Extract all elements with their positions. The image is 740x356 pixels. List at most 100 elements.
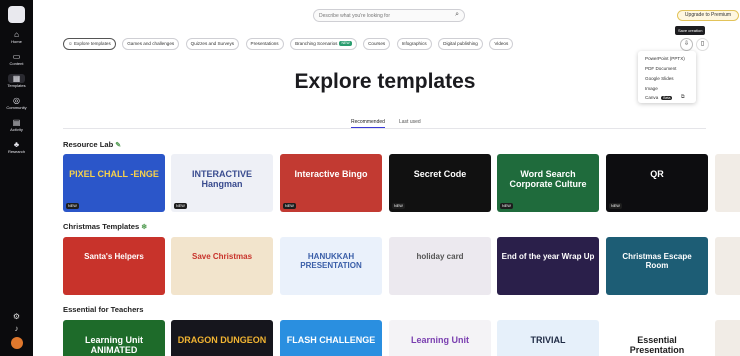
template-card[interactable]: Word Search Corporate Culture NEW xyxy=(497,154,599,212)
template-card[interactable]: Secret Code NEW xyxy=(389,154,491,212)
template-card[interactable]: Interactive Bingo NEW xyxy=(280,154,382,212)
template-card-title: Secret Code xyxy=(413,169,467,179)
template-card-title: Word Search Corporate Culture xyxy=(509,169,587,189)
export-menu: PowerPoint (PPTX) PDF Document Google Sl… xyxy=(638,51,696,103)
new-badge: NEW xyxy=(500,203,513,209)
template-card[interactable]: Learning Unit ANIMATED xyxy=(63,320,165,356)
template-card-title: End of the year Wrap Up xyxy=(501,252,595,261)
template-card-title: INTERACTIVE Hangman xyxy=(191,169,252,189)
chip-branching[interactable]: Branching Scenarios NEW xyxy=(290,38,357,50)
bookmark-icon: ▯ xyxy=(700,41,705,47)
avatar[interactable] xyxy=(11,337,23,349)
template-card[interactable]: Christmas Escape Room xyxy=(606,237,708,295)
section-title-christmas: Christmas Templates ❄ xyxy=(63,222,148,231)
bookmark-button[interactable]: ▯ xyxy=(696,38,709,51)
template-card-peek[interactable] xyxy=(715,154,740,212)
template-card-title: TRIVIAL xyxy=(530,335,566,345)
rail-item-content[interactable]: ▭ Content xyxy=(0,52,33,67)
template-card-peek[interactable] xyxy=(715,237,740,295)
template-card[interactable]: INTERACTIVE Hangman NEW xyxy=(171,154,273,212)
template-card-title: Save Christmas xyxy=(191,252,253,261)
templates-icon: ▦ xyxy=(8,74,25,83)
tab-bar: Recommended Last used xyxy=(63,117,706,129)
search-input[interactable] xyxy=(319,12,449,20)
template-card-title: HANUKKAH PRESENTATION xyxy=(300,252,362,270)
template-card[interactable]: HANUKKAH PRESENTATION xyxy=(280,237,382,295)
template-card-title: QR xyxy=(650,169,664,179)
new-badge: NEW xyxy=(174,203,187,209)
new-badge: NEW xyxy=(339,41,352,46)
template-card-title: FLASH CHALLENGE xyxy=(286,335,376,345)
new-badge: NEW xyxy=(392,203,405,209)
menu-item-google-slides[interactable]: Google Slides xyxy=(645,76,674,81)
chip-courses[interactable]: Courses xyxy=(363,38,391,50)
app-frame: ⌂ Home ▭ Content ▦ Templates ◎ Community… xyxy=(0,0,740,356)
template-card[interactable]: FLASH CHALLENGE xyxy=(280,320,382,356)
template-card-title: DRAGON DUNGEON xyxy=(177,335,267,345)
menu-item-image[interactable]: Image xyxy=(645,86,658,91)
template-card[interactable]: DRAGON DUNGEON xyxy=(171,320,273,356)
chip-games[interactable]: Games and challenges xyxy=(122,38,180,50)
chip-infographics[interactable]: Infographics xyxy=(396,38,432,50)
template-card[interactable]: QR NEW xyxy=(606,154,708,212)
activity-icon: ▤ xyxy=(12,118,21,127)
template-card[interactable]: Learning Unit xyxy=(389,320,491,356)
chip-explore-templates[interactable]: ☺ Explore templates xyxy=(63,38,116,50)
menu-item-pptx[interactable]: PowerPoint (PPTX) xyxy=(645,56,685,61)
new-badge: NEW xyxy=(283,203,296,209)
template-card-title: Christmas Escape Room xyxy=(622,252,692,270)
section-title-resource-lab: Resource Lab ✎ xyxy=(63,140,122,149)
template-card[interactable]: PIXEL CHALL -ENGE NEW xyxy=(63,154,165,212)
template-card[interactable]: Essential Presentation xyxy=(606,320,708,356)
template-card-title: PIXEL CHALL -ENGE xyxy=(69,169,159,179)
home-icon: ⌂ xyxy=(14,30,19,39)
app-logo[interactable] xyxy=(8,6,25,23)
template-card[interactable]: holiday card xyxy=(389,237,491,295)
chip-videos[interactable]: Videos xyxy=(489,38,514,50)
folder-icon: ▭ xyxy=(12,52,21,61)
chip-quizzes[interactable]: Quizzes and Surveys xyxy=(185,38,240,50)
search-icon[interactable]: ⌕ xyxy=(455,11,459,19)
template-card-title: Essential Presentation xyxy=(629,335,685,355)
download-icon: ⇩ xyxy=(683,41,690,47)
chip-digital-publishing[interactable]: Digital publishing xyxy=(438,38,483,50)
new-badge: NEW xyxy=(609,203,622,209)
snowflake-icon: ❄ xyxy=(141,224,148,231)
template-card-title: Interactive Bingo xyxy=(294,169,368,179)
template-card-title: Santa's Helpers xyxy=(84,252,144,261)
upgrade-label: Upgrade to Premium xyxy=(684,12,732,18)
community-icon: ◎ xyxy=(13,96,20,105)
pencil-icon: ✎ xyxy=(115,142,122,149)
left-rail: ⌂ Home ▭ Content ▦ Templates ◎ Community… xyxy=(0,0,33,356)
export-button[interactable]: ⇩ xyxy=(680,38,693,51)
menu-item-pdf[interactable]: PDF Document xyxy=(645,66,676,71)
menu-item-canva[interactable]: Canva Beta xyxy=(645,95,673,100)
tab-last-used[interactable]: Last used xyxy=(399,119,421,125)
template-card-title: Learning Unit ANIMATED xyxy=(85,335,143,355)
search-bar[interactable]: ⌕ xyxy=(313,9,465,22)
beta-badge: Beta xyxy=(661,96,673,100)
notifications-icon[interactable]: ♪ xyxy=(0,324,33,333)
settings-icon[interactable]: ⚙ xyxy=(0,312,33,321)
rail-item-templates[interactable]: ▦ Templates xyxy=(0,74,33,89)
chip-presentations[interactable]: Presentations xyxy=(245,38,284,50)
tooltip: Save creation xyxy=(675,26,706,35)
category-chips: ☺ Explore templates Games and challenges… xyxy=(63,38,515,50)
new-badge: NEW xyxy=(66,203,79,209)
template-card[interactable]: Santa's Helpers xyxy=(63,237,165,295)
external-link-icon: ⧉ xyxy=(681,94,685,100)
template-card-title: Learning Unit xyxy=(411,335,469,345)
page-title: Explore templates xyxy=(294,70,476,93)
rail-item-activity[interactable]: ▤ Activity xyxy=(0,118,33,133)
template-card-peek[interactable] xyxy=(715,320,740,356)
template-card[interactable]: TRIVIAL xyxy=(497,320,599,356)
template-card[interactable]: End of the year Wrap Up xyxy=(497,237,599,295)
rail-item-home[interactable]: ⌂ Home xyxy=(0,30,33,45)
rail-item-research[interactable]: ♣ Research xyxy=(0,140,33,155)
template-card[interactable]: Save Christmas xyxy=(171,237,273,295)
research-icon: ♣ xyxy=(13,140,20,149)
template-card-title: holiday card xyxy=(416,252,464,261)
tab-recommended[interactable]: Recommended xyxy=(351,119,385,128)
rail-item-community[interactable]: ◎ Community xyxy=(0,96,33,111)
upgrade-button[interactable]: Upgrade to Premium xyxy=(677,10,739,21)
